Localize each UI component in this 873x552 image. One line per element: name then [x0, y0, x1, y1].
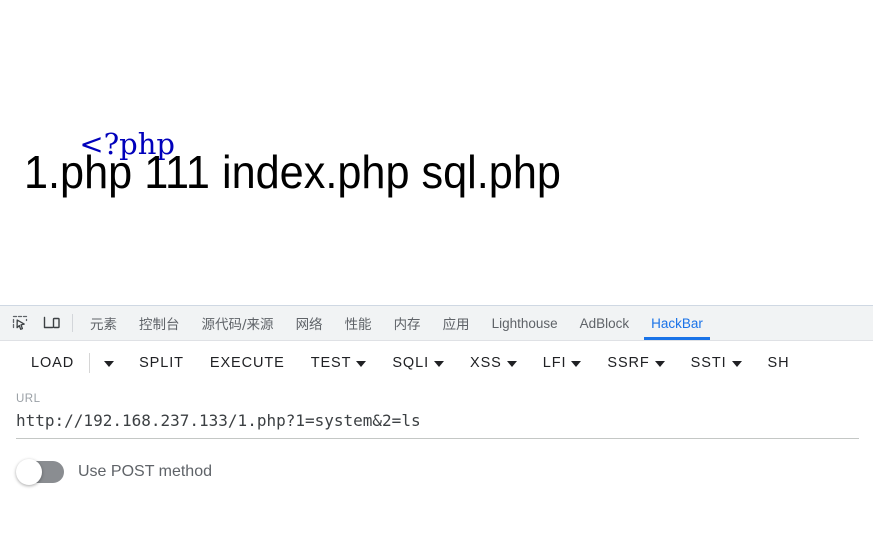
- lfi-button-label: LFI: [543, 355, 567, 371]
- test-button-label: TEST: [311, 355, 352, 371]
- devtools-tabbar: 元素 控制台 源代码/来源 网络 性能 内存 应用 Lighthouse AdB…: [0, 306, 873, 341]
- url-field-label: URL: [16, 393, 859, 405]
- chevron-down-icon: [104, 361, 114, 367]
- url-input[interactable]: [16, 411, 859, 439]
- url-field-group: URL: [16, 393, 859, 439]
- chevron-down-icon: [507, 361, 517, 367]
- php-source-line-2: highlight_file(__FILE__);: [24, 281, 435, 305]
- split-button[interactable]: SPLIT: [126, 348, 197, 378]
- split-button-label: SPLIT: [139, 355, 184, 371]
- load-button-label: LOAD: [31, 355, 74, 371]
- inspect-element-icon[interactable]: [8, 311, 32, 335]
- sqli-button-label: SQLI: [392, 355, 429, 371]
- execute-button-label: EXECUTE: [210, 355, 285, 371]
- shell-menu-button[interactable]: SH: [755, 348, 803, 378]
- ssti-menu-button[interactable]: SSTI: [678, 348, 755, 378]
- tab-application[interactable]: 应用: [432, 306, 481, 340]
- toolbar-separator: [89, 353, 90, 373]
- post-method-toggle[interactable]: [18, 461, 64, 483]
- xss-menu-button[interactable]: XSS: [457, 348, 530, 378]
- tab-sources[interactable]: 源代码/来源: [191, 306, 285, 340]
- tab-lighthouse[interactable]: Lighthouse: [481, 306, 569, 340]
- xss-button-label: XSS: [470, 355, 502, 371]
- shell-button-label: SH: [768, 355, 790, 371]
- ssti-button-label: SSTI: [691, 355, 727, 371]
- tab-memory[interactable]: 内存: [383, 306, 432, 340]
- toolbar-divider: [72, 314, 73, 332]
- command-output-text: 1.php 111 index.php sql.php: [24, 144, 561, 200]
- post-method-row[interactable]: Use POST method: [18, 461, 873, 483]
- tab-hackbar[interactable]: HackBar: [640, 306, 714, 340]
- chevron-down-icon: [571, 361, 581, 367]
- chevron-down-icon: [434, 361, 444, 367]
- ssrf-menu-button[interactable]: SSRF: [594, 348, 677, 378]
- tab-network[interactable]: 网络: [285, 306, 334, 340]
- devtools-icon-group: [0, 306, 68, 340]
- device-toolbar-icon[interactable]: [40, 311, 64, 335]
- test-menu-button[interactable]: TEST: [298, 348, 380, 378]
- tab-performance[interactable]: 性能: [334, 306, 383, 340]
- load-dropdown-button[interactable]: [92, 348, 126, 378]
- tab-elements[interactable]: 元素: [79, 306, 128, 340]
- toggle-knob: [16, 459, 42, 485]
- devtools-panel: 元素 控制台 源代码/来源 网络 性能 内存 应用 Lighthouse AdB…: [0, 305, 873, 552]
- ssrf-button-label: SSRF: [607, 355, 649, 371]
- devtools-tab-list: 元素 控制台 源代码/来源 网络 性能 内存 应用 Lighthouse AdB…: [79, 306, 873, 340]
- lfi-menu-button[interactable]: LFI: [530, 348, 595, 378]
- load-button[interactable]: LOAD: [18, 348, 87, 378]
- browser-page-viewport: <?php highlight_file(__FILE__); $_GET[1]…: [0, 0, 873, 305]
- chevron-down-icon: [732, 361, 742, 367]
- tab-console[interactable]: 控制台: [128, 306, 191, 340]
- post-method-label: Use POST method: [78, 463, 212, 481]
- execute-button[interactable]: EXECUTE: [197, 348, 298, 378]
- hackbar-toolbar: LOAD SPLIT EXECUTE TEST SQLI XSS LFI S: [0, 341, 873, 385]
- chevron-down-icon: [655, 361, 665, 367]
- chevron-down-icon: [356, 361, 366, 367]
- tab-adblock[interactable]: AdBlock: [569, 306, 641, 340]
- sqli-menu-button[interactable]: SQLI: [379, 348, 457, 378]
